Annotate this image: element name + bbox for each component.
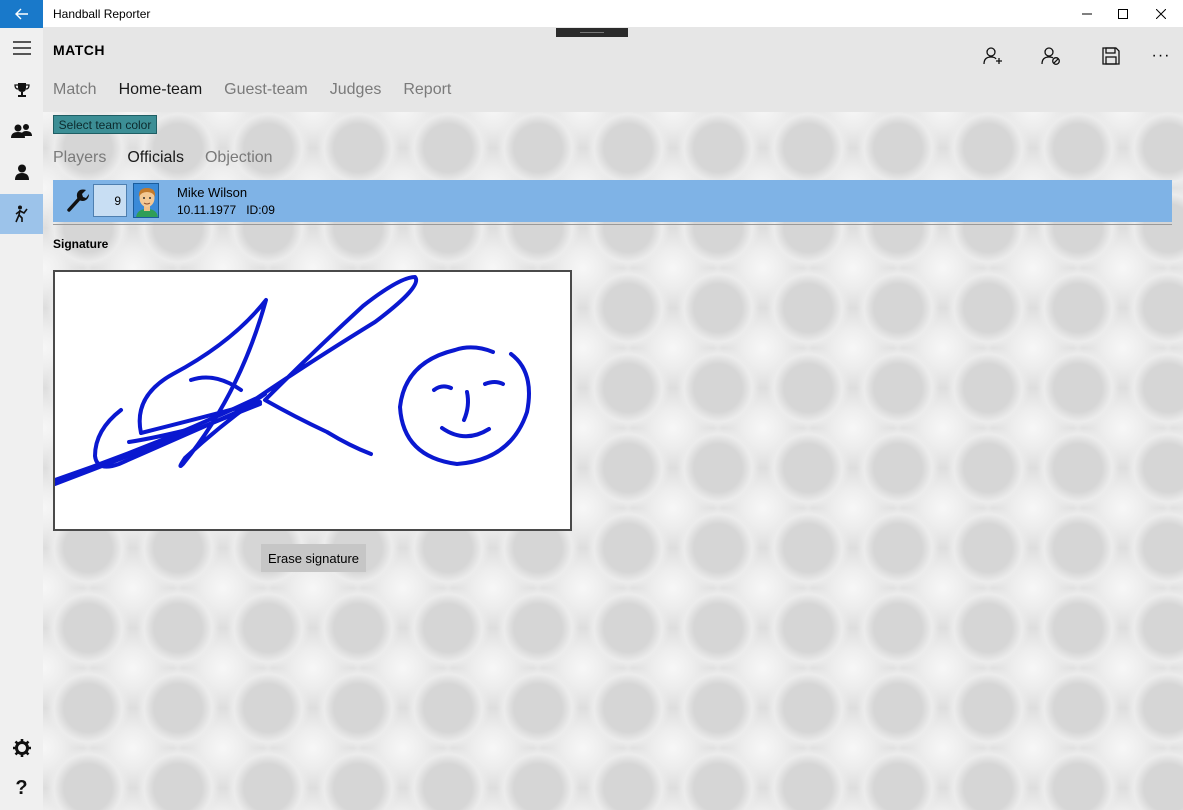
tab-judges[interactable]: Judges [330, 81, 382, 99]
more-icon: ··· [1151, 47, 1171, 64]
erase-signature-button[interactable]: Erase signature [261, 544, 366, 572]
divider [53, 224, 1172, 225]
remove-person-icon [1041, 47, 1060, 65]
trophy-icon [13, 83, 30, 97]
nav-item-settings[interactable] [0, 728, 43, 768]
hamburger-menu-button[interactable] [0, 28, 43, 68]
title-bar: Handball Reporter [0, 0, 1183, 28]
referee-icon [14, 205, 28, 223]
team-icon [10, 124, 32, 138]
tab-home-team[interactable]: Home-team [119, 81, 203, 99]
signature-ink [53, 275, 531, 486]
add-person-button[interactable] [973, 36, 1013, 76]
nav-item-match[interactable] [0, 70, 43, 110]
tab-report[interactable]: Report [403, 81, 451, 99]
tab-match[interactable]: Match [53, 81, 97, 99]
close-window-button[interactable] [1139, 0, 1183, 28]
person-icon [14, 164, 29, 180]
official-id: ID:09 [246, 203, 275, 217]
official-name: Mike Wilson [177, 185, 248, 200]
select-team-color-button[interactable]: Select team color [53, 115, 157, 134]
sub-tabs: Players Officials Objection [53, 149, 273, 167]
avatar [133, 183, 159, 218]
save-button[interactable] [1091, 36, 1131, 76]
close-icon [1156, 9, 1166, 19]
main-content: MATCH ··· Match Home-team Guest-team Jud… [43, 28, 1183, 810]
official-birthdate: 10.11.1977 [177, 203, 237, 217]
nav-item-teams[interactable] [0, 111, 43, 151]
subtab-officials[interactable]: Officials [127, 149, 184, 167]
nav-item-referee[interactable] [0, 194, 43, 234]
minimize-icon [1082, 13, 1092, 15]
official-info: 10.11.1977 ID:09 [177, 203, 275, 217]
save-icon [1102, 47, 1120, 65]
nav-item-help[interactable]: ? [0, 768, 43, 808]
command-bar: MATCH ··· Match Home-team Guest-team Jud… [43, 28, 1183, 112]
nav-item-person[interactable] [0, 152, 43, 192]
subtab-players[interactable]: Players [53, 149, 106, 167]
official-list-item[interactable]: 9 Mike Wilson 10.11.1977 ID:09 [53, 180, 1172, 222]
subtab-objection[interactable]: Objection [205, 149, 273, 167]
main-tabs: Match Home-team Guest-team Judges Report [53, 81, 451, 99]
wrench-icon [67, 188, 89, 217]
signature-pad[interactable] [53, 270, 572, 531]
signature-label: Signature [53, 237, 109, 251]
hamburger-icon [12, 41, 31, 55]
help-icon: ? [15, 776, 28, 799]
maximize-icon [1118, 9, 1128, 19]
more-button[interactable]: ··· [1141, 36, 1181, 76]
page-title: MATCH [53, 42, 106, 58]
drag-handle[interactable] [556, 28, 628, 37]
nav-rail: ? [0, 28, 43, 810]
add-person-icon [983, 47, 1002, 65]
back-button[interactable] [0, 0, 43, 28]
gear-icon [12, 739, 31, 757]
remove-person-button[interactable] [1031, 36, 1071, 76]
official-number: 9 [93, 184, 127, 217]
app-title: Handball Reporter [53, 7, 151, 21]
tab-guest-team[interactable]: Guest-team [224, 81, 308, 99]
arrow-left-icon [14, 8, 28, 20]
